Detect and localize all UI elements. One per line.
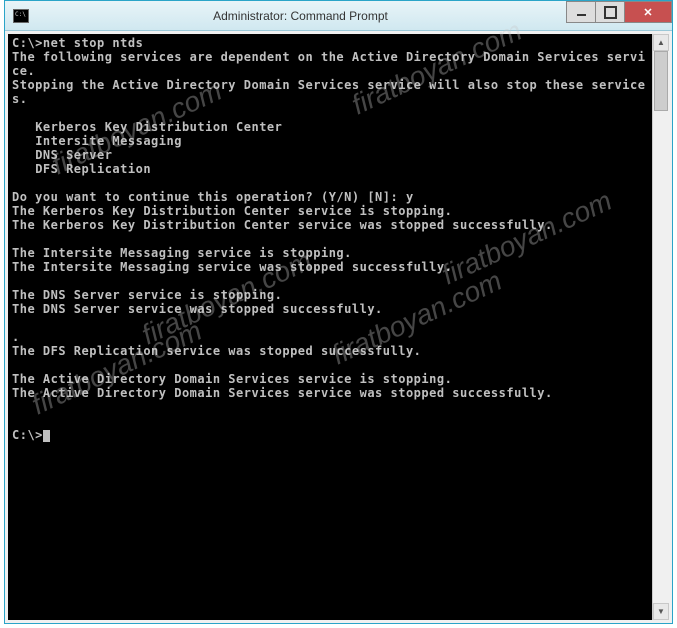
scroll-up-button[interactable]: ▲ [653,34,669,51]
output-line: The Intersite Messaging service is stopp… [12,246,352,260]
output-line: The DNS Server service is stopping. [12,288,282,302]
output-line: Kerberos Key Distribution Center [12,120,282,134]
output-line: The DNS Server service was stopped succe… [12,302,383,316]
output-line: The DFS Replication service was stopped … [12,344,421,358]
output-line: The Active Directory Domain Services ser… [12,386,553,400]
cursor [43,430,50,442]
output-line: The Kerberos Key Distribution Center ser… [12,204,452,218]
client-area: C:\>net stop ntds The following services… [5,31,672,623]
command-text: net stop ntds [43,36,143,50]
output-line: DFS Replication [12,162,151,176]
watermark: firatboyan.com [441,193,613,283]
titlebar[interactable]: Administrator: Command Prompt [5,1,672,31]
prompt: C:\> [12,36,43,50]
output-line: The following services are dependent on … [12,50,645,78]
prompt: C:\> [12,428,43,442]
vertical-scrollbar[interactable]: ▲ ▼ [652,34,669,620]
scroll-track[interactable] [653,51,669,603]
output-line: Do you want to continue this operation? … [12,190,406,204]
scroll-thumb[interactable] [654,51,668,111]
output-line: Intersite Messaging [12,134,182,148]
watermark: firatboyan.com [351,34,523,113]
output-line: Stopping the Active Directory Domain Ser… [12,78,645,106]
output-line: DNS Server [12,148,112,162]
user-input: y [406,190,414,204]
command-prompt-window: Administrator: Command Prompt C:\>net st… [4,0,673,624]
window-controls [567,1,672,23]
output-line: . [12,330,20,344]
maximize-button[interactable] [595,1,625,23]
scroll-down-button[interactable]: ▼ [653,603,669,620]
output-line: The Kerberos Key Distribution Center ser… [12,218,553,232]
close-button[interactable] [624,1,672,23]
output-line: The Active Directory Domain Services ser… [12,372,452,386]
cmd-icon [13,9,29,23]
minimize-button[interactable] [566,1,596,23]
terminal-output[interactable]: C:\>net stop ntds The following services… [8,34,652,620]
output-line: The Intersite Messaging service was stop… [12,260,452,274]
